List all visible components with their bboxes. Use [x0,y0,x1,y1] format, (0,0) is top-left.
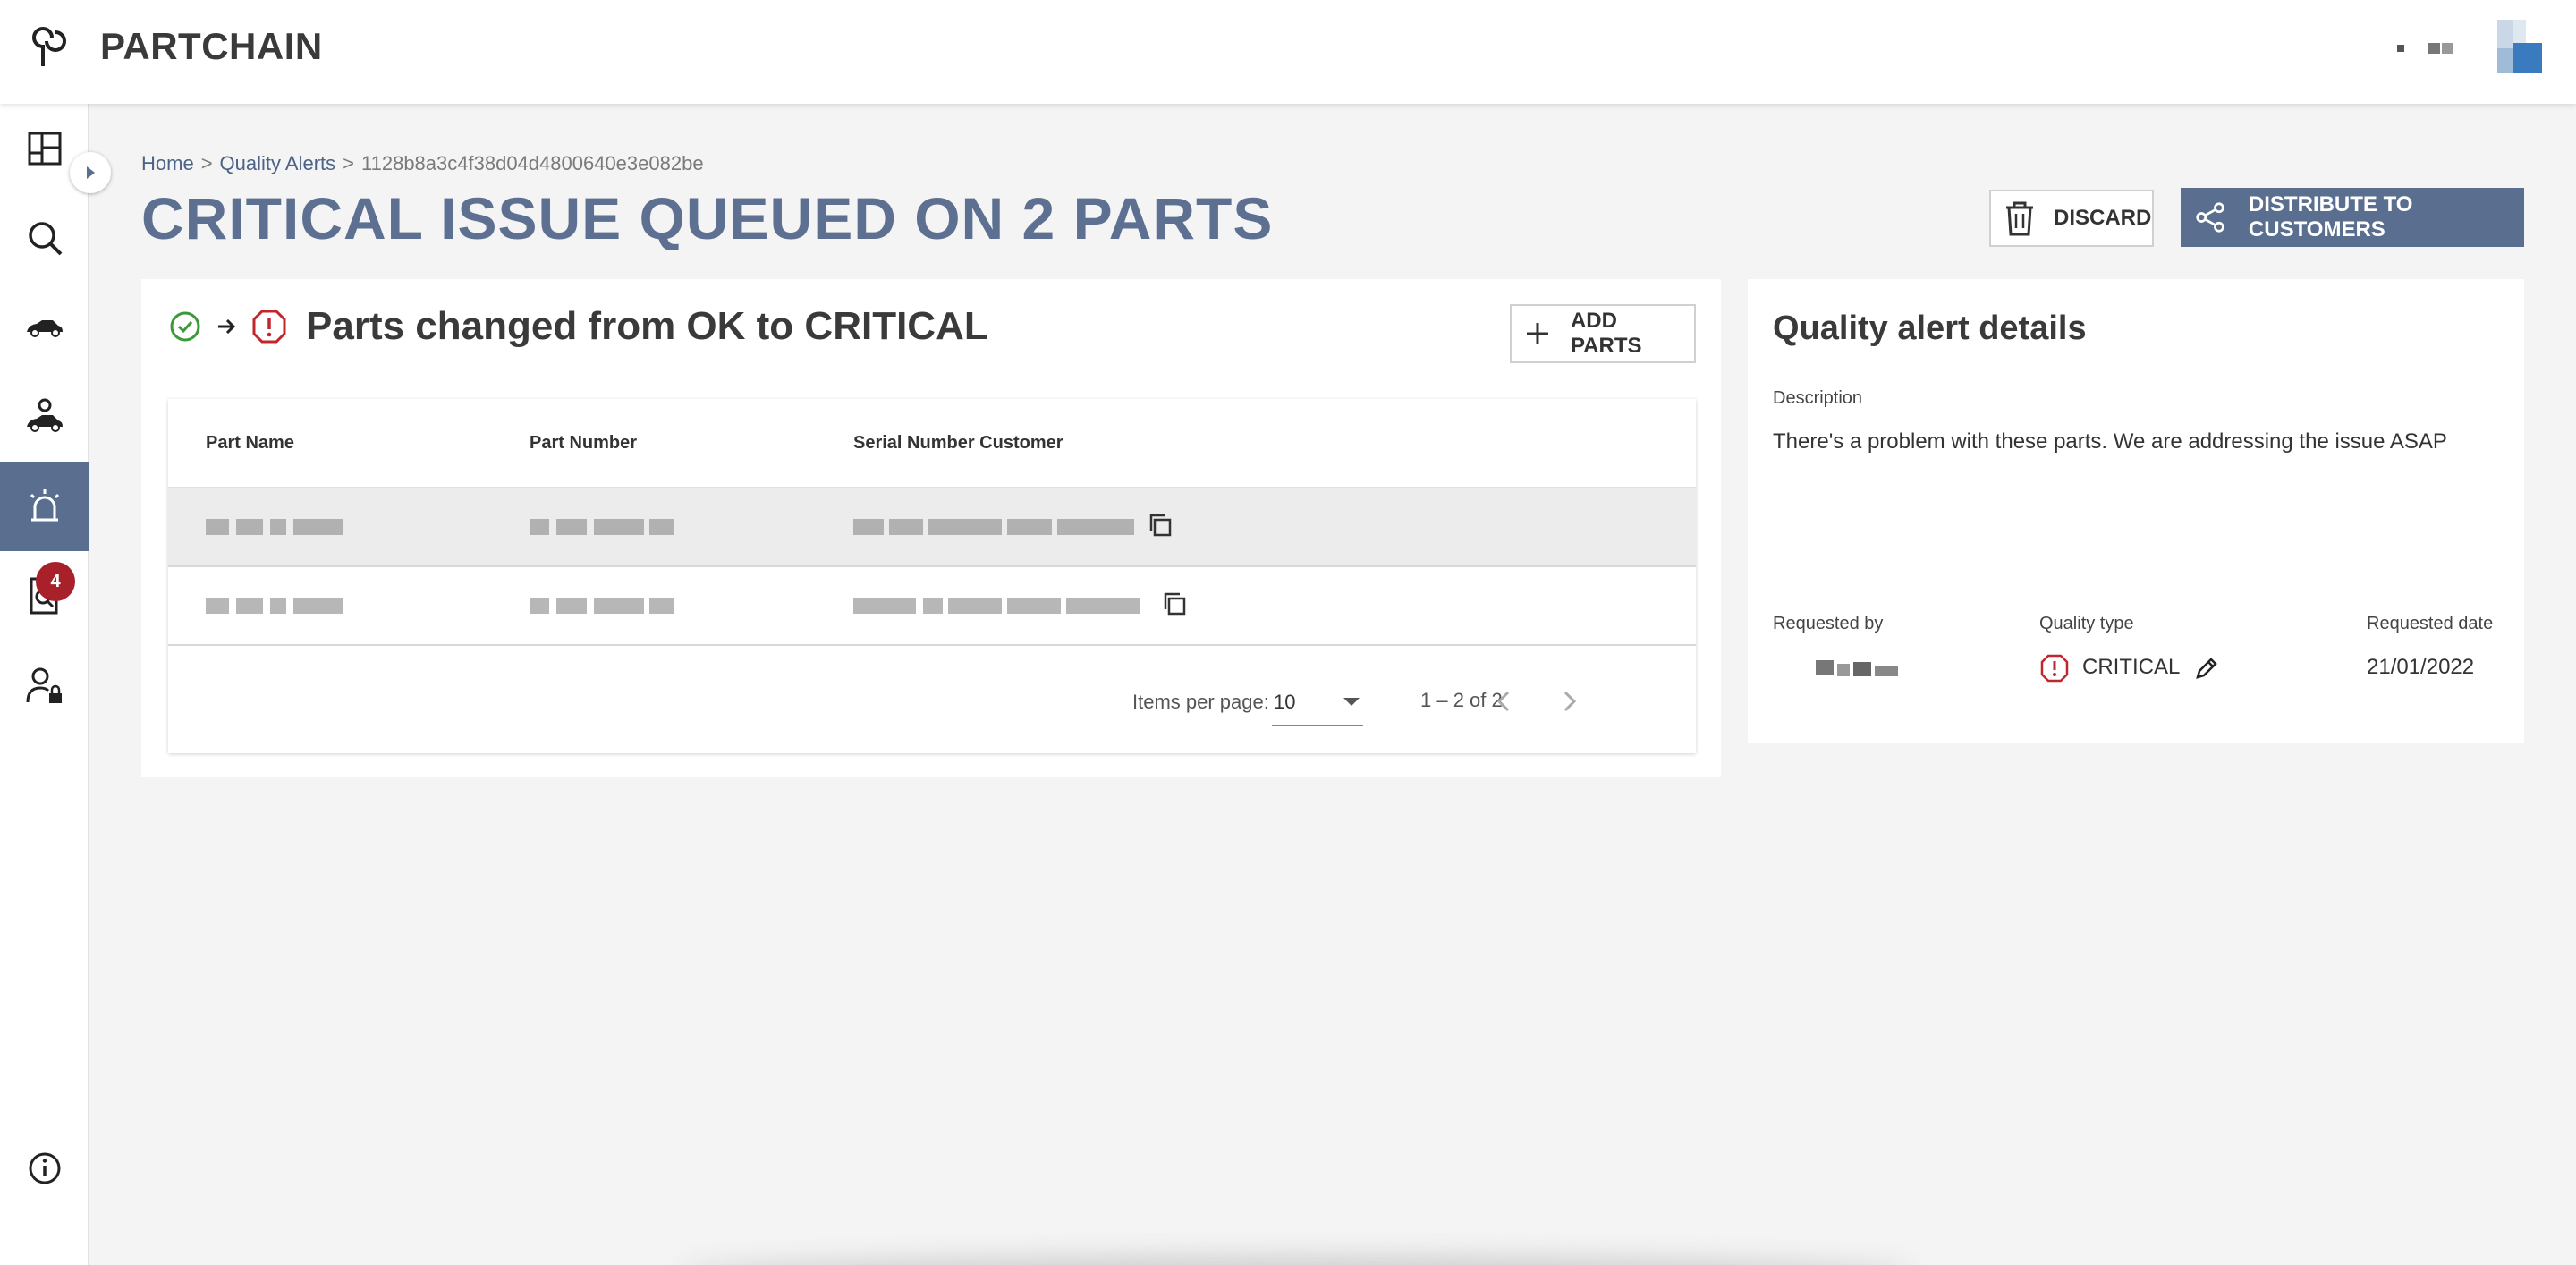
check-circle-icon [170,311,200,342]
requested-by-value [1816,658,1902,678]
breadcrumb: Home > Quality Alerts > 1128b8a3c4f38d04… [141,152,704,175]
description-label: Description [1773,388,1863,408]
parts-card: Parts changed from OK to CRITICAL ADD PA… [141,279,1721,777]
parts-table: Part Name Part Number Serial Number Cust… [168,399,1696,753]
notification-badge: 4 [36,562,75,601]
sidebar-item-quality-alerts[interactable] [0,462,89,551]
add-parts-button[interactable]: ADD PARTS [1510,304,1696,363]
part-number-cell [530,519,676,535]
user-lock-icon [26,667,62,703]
serial-number-cell [853,519,1136,535]
info-icon [29,1152,61,1184]
alarm-icon [30,489,60,522]
search-icon [29,222,63,256]
arrow-right-icon [218,318,236,335]
requested-by-label: Requested by [1773,614,1884,633]
sidebar-item-vehicles[interactable] [0,283,89,372]
status-change-header: Parts changed from OK to CRITICAL [168,304,988,349]
sidebar-nav: 4 [0,104,89,1265]
app-title: PARTCHAIN [100,25,323,67]
quality-type-value: CRITICAL [2082,655,2181,679]
column-header-part-number[interactable]: Part Number [530,433,637,454]
quality-alert-details-card: Quality alert details Description There'… [1748,279,2524,743]
critical-hexagon-icon [252,310,286,344]
bottom-drawer-shadow [680,1256,1914,1265]
sidebar-item-admin[interactable] [0,641,89,730]
breadcrumb-separator: > [343,152,355,174]
part-name-cell [206,519,345,535]
top-bar: PARTCHAIN [0,0,2576,104]
quality-type-label: Quality type [2039,614,2134,633]
sidebar-item-info[interactable] [0,1124,89,1213]
parts-status-title: Parts changed from OK to CRITICAL [306,304,988,348]
distribute-to-customers-button[interactable]: DISTRIBUTE TO CUSTOMERS [2181,188,2524,247]
edit-pencil-icon[interactable] [2193,655,2220,682]
sidebar-item-parts[interactable] [0,372,89,462]
discard-button[interactable]: DISCARD [1989,190,2154,247]
table-row[interactable] [168,488,1696,567]
details-title: Quality alert details [1773,310,2087,347]
table-row[interactable] [168,567,1696,646]
items-per-page-select[interactable]: 10 [1272,687,1363,726]
breadcrumb-home-link[interactable]: Home [141,152,194,175]
copy-icon[interactable] [1147,512,1174,539]
chevron-left-icon[interactable] [1487,683,1522,719]
serial-number-cell [853,598,1141,614]
requested-date-value: 21/01/2022 [2367,655,2475,679]
copy-icon[interactable] [1161,590,1188,617]
column-header-part-name[interactable]: Part Name [206,433,294,454]
requested-date-label: Requested date [2367,614,2494,633]
car-icon [27,320,63,337]
description-text: There's a problem with these parts. We a… [1773,429,2447,454]
plus-icon [1526,323,1548,344]
share-icon [2196,202,2224,233]
critical-hexagon-icon [2040,654,2069,683]
items-per-page-label: Items per page: [1132,691,1269,713]
items-per-page-value: 10 [1274,691,1296,713]
part-name-cell [206,598,345,614]
breadcrumb-separator: > [200,152,213,174]
chevron-right-icon [87,166,95,179]
car-parts-icon [27,398,63,432]
partchain-logo-icon[interactable] [25,27,73,72]
table-header: Part Name Part Number Serial Number Cust… [168,399,1696,488]
chevron-right-icon[interactable] [1551,683,1587,719]
column-header-serial-number-customer[interactable]: Serial Number Customer [853,433,1063,454]
breadcrumb-current: 1128b8a3c4f38d04d4800640e3e082be [361,152,704,174]
user-avatar[interactable] [2397,18,2558,77]
chevron-down-icon [1343,698,1360,706]
table-paginator: Items per page: 10 1 – 2 of 2 [168,649,1696,753]
dashboard-icon [28,132,62,166]
sidebar-expand-button[interactable] [70,152,111,193]
page-title: CRITICAL ISSUE QUEUED ON 2 PARTS [141,185,1274,251]
trash-icon [2006,201,2033,236]
part-number-cell [530,598,676,614]
sidebar-item-investigations[interactable]: 4 [0,551,89,641]
sidebar-item-search[interactable] [0,193,89,283]
discard-button-label: DISCARD [2054,206,2152,230]
add-parts-label: ADD PARTS [1570,309,1642,358]
breadcrumb-quality-alerts-link[interactable]: Quality Alerts [220,152,336,175]
distribute-button-label: DISTRIBUTE TO CUSTOMERS [2248,192,2413,242]
